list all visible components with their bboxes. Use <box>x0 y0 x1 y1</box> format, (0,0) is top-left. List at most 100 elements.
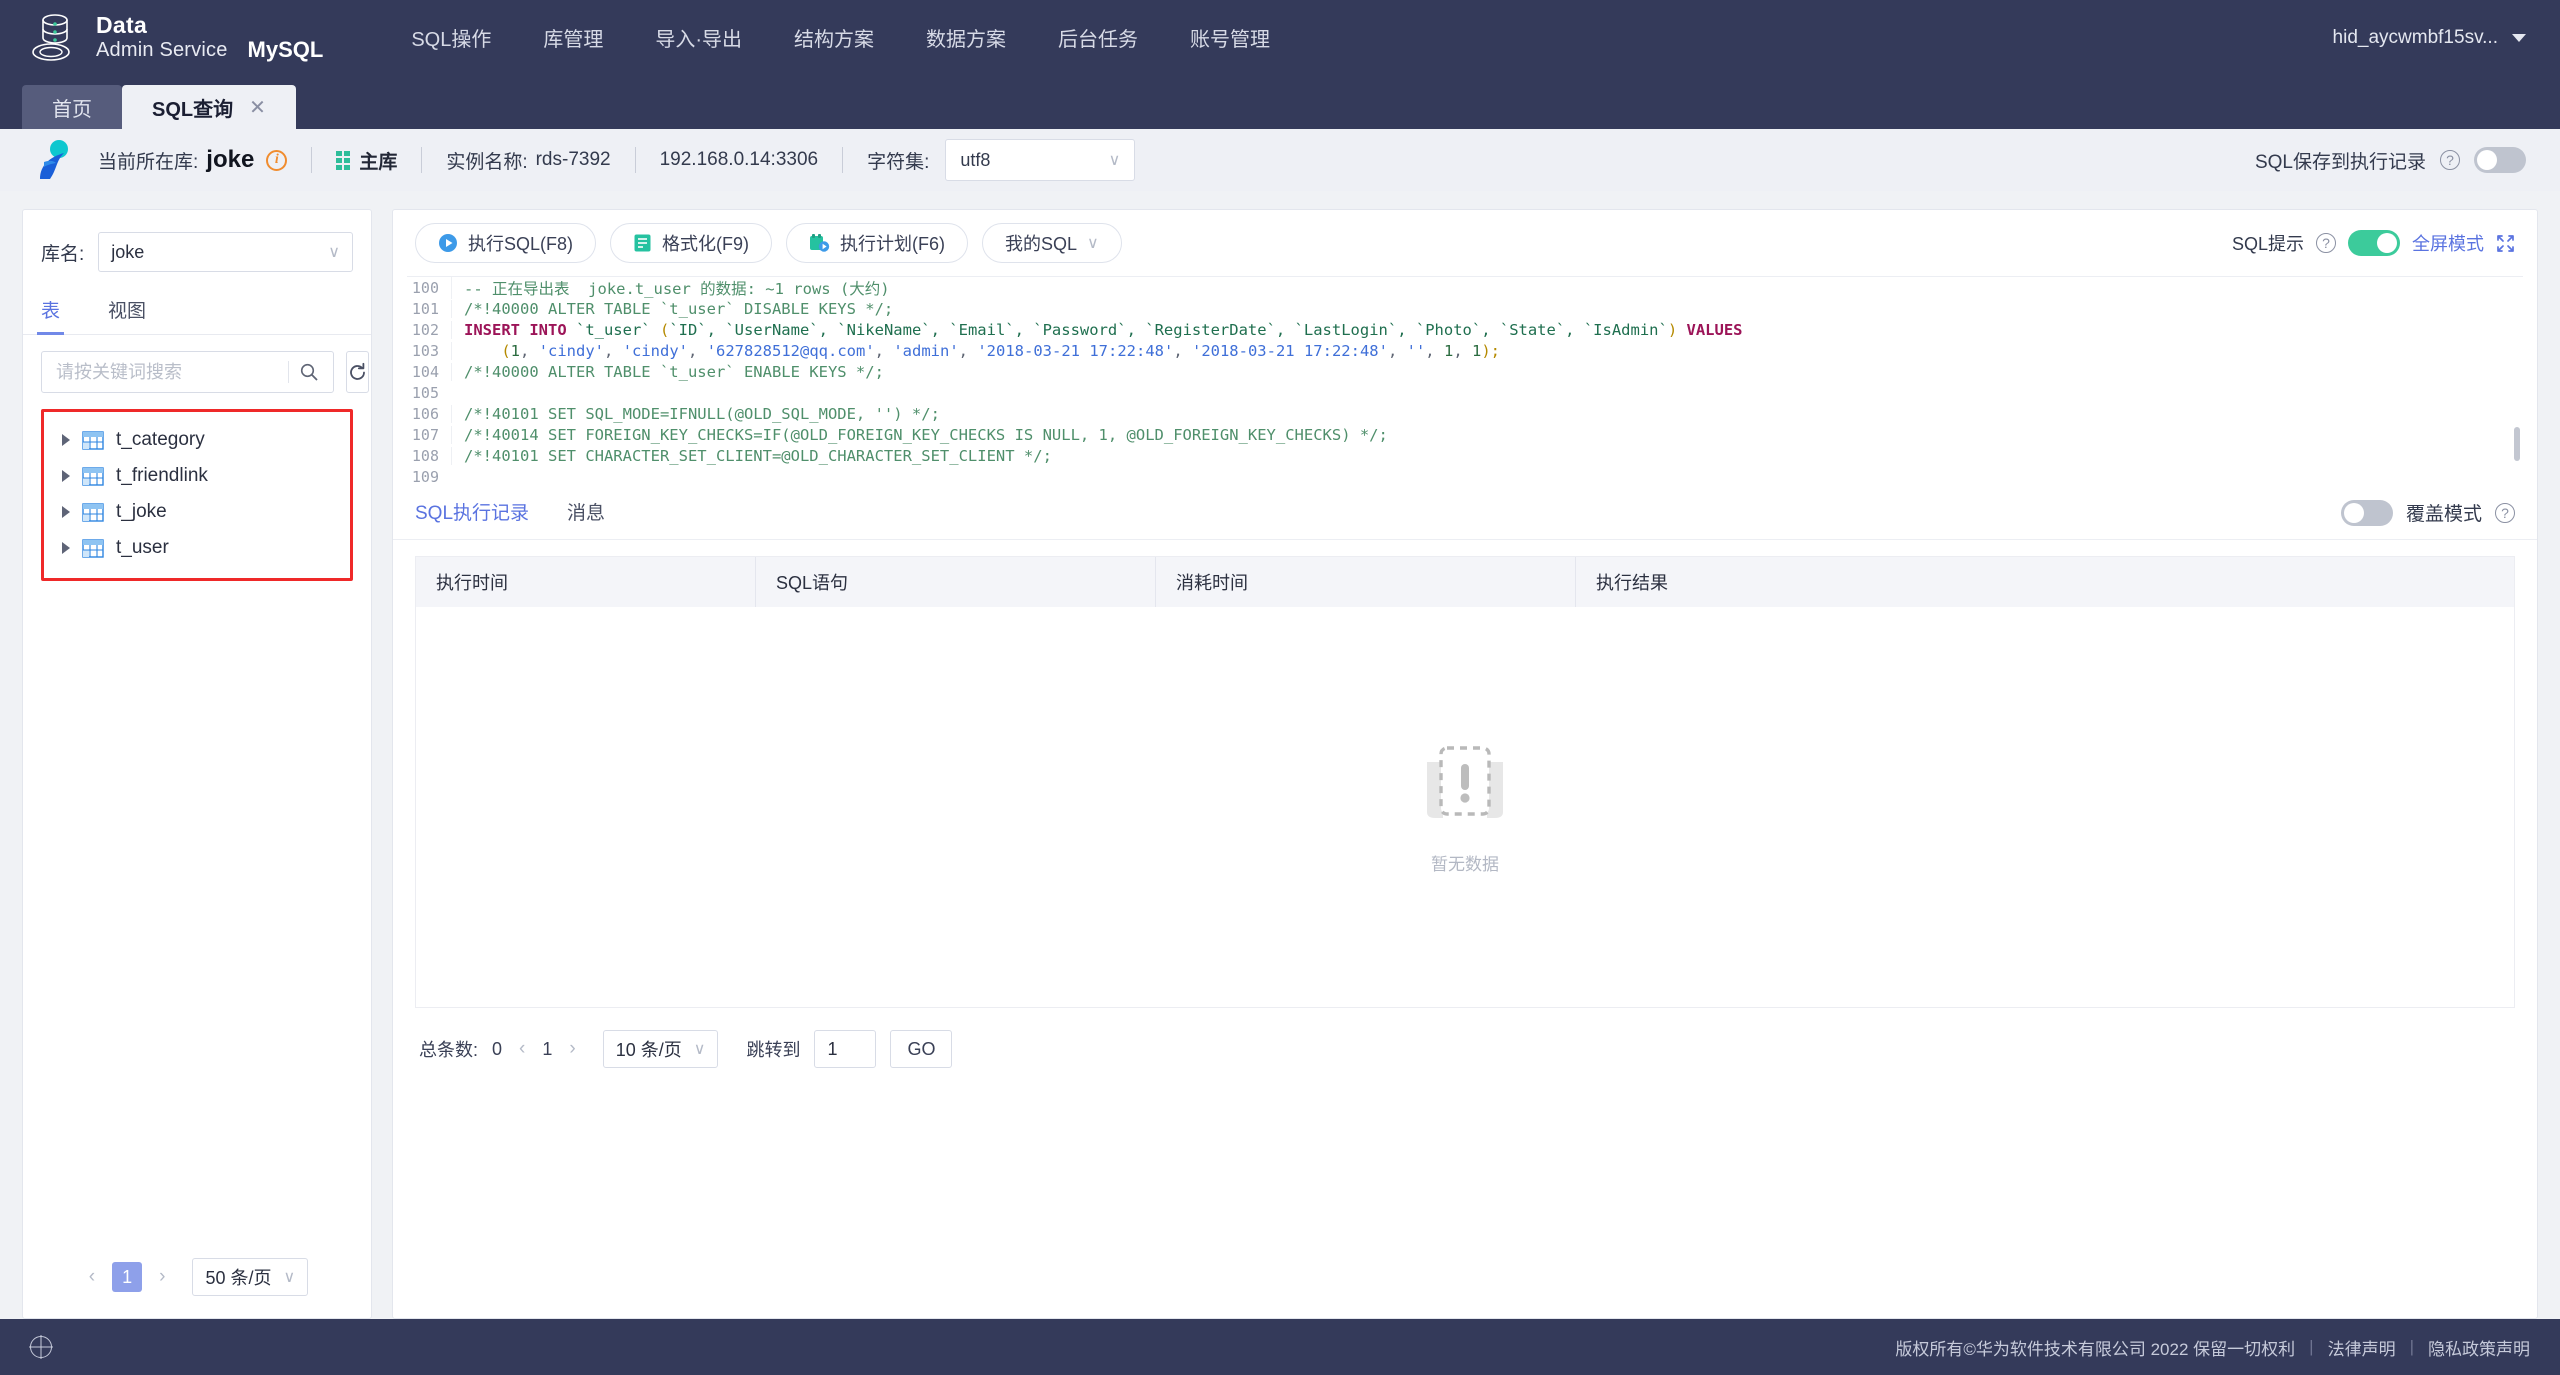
go-button[interactable]: GO <box>890 1030 953 1068</box>
charset-value: utf8 <box>960 149 991 170</box>
help-icon[interactable]: ? <box>2495 502 2515 523</box>
code-line[interactable]: INSERT INTO `t_user` (`ID`, `UserName`, … <box>451 320 2523 339</box>
save-sql-control: SQL保存到执行记录 ? <box>2255 147 2526 174</box>
code-line[interactable]: /*!40014 SET FOREIGN_KEY_CHECKS=IF(@OLD_… <box>451 425 2523 444</box>
line-number: 102 <box>411 320 439 339</box>
execution-plan-button[interactable]: 执行计划(F6) <box>786 223 969 263</box>
code-lines[interactable]: 100 -- 正在导出表 joke.t_user 的数据: ~1 rows (大约… <box>407 277 2523 486</box>
sql-code-editor[interactable]: 100 -- 正在导出表 joke.t_user 的数据: ~1 rows (大约… <box>407 276 2523 486</box>
nav-item-data-plan[interactable]: 数据方案 <box>900 23 1032 52</box>
db-select[interactable]: joke ∨ <box>98 232 353 272</box>
format-sql-label: 格式化(F9) <box>662 234 750 254</box>
tab-messages[interactable]: 消息 <box>567 498 605 527</box>
tab-views-label: 视图 <box>108 301 147 322</box>
page-size-select[interactable]: 50 条/页 ∨ <box>192 1258 309 1296</box>
expand-arrow-icon[interactable] <box>62 506 70 518</box>
code-line[interactable]: /*!40000 ALTER TABLE `t_user` ENABLE KEY… <box>451 362 2523 381</box>
expand-arrow-icon[interactable] <box>62 470 70 482</box>
nav-item-sql-operations[interactable]: SQL操作 <box>385 23 517 52</box>
editor-scrollbar[interactable] <box>2514 427 2520 461</box>
master-db-label: 主库 <box>359 151 398 173</box>
code-line[interactable]: /*!40101 SET SQL_MODE=IFNULL(@OLD_SQL_MO… <box>451 404 2523 423</box>
page-size-select[interactable]: 10 条/页 ∨ <box>602 1030 719 1068</box>
nav-item-background-tasks[interactable]: 后台任务 <box>1032 23 1164 52</box>
my-sql-label: 我的SQL <box>1005 234 1078 254</box>
db-select-label: 库名: <box>41 243 85 265</box>
brand-line2: Admin Service <box>96 39 228 62</box>
empty-state-text: 暂无数据 <box>1431 854 1499 874</box>
format-sql-button[interactable]: 格式化(F9) <box>610 223 773 263</box>
page-number-1[interactable]: 1 <box>112 1262 143 1292</box>
column-header-sql-statement: SQL语句 <box>756 557 1156 607</box>
tab-tables[interactable]: 表 <box>36 290 65 335</box>
sql-toolbar: 执行SQL(F8) 格式化(F9) 执行计划(F6) 我的SQL ∨ SQL提示… <box>393 210 2537 276</box>
table-tree-item[interactable]: t_joke <box>44 494 350 530</box>
expand-arrow-icon[interactable] <box>62 542 70 554</box>
tab-home[interactable]: 首页 <box>22 85 122 129</box>
nav-item-db-management[interactable]: 库管理 <box>517 23 629 52</box>
user-menu[interactable]: hid_aycwmbf15sv... <box>2333 0 2526 75</box>
tab-sql-query[interactable]: SQL查询 ✕ <box>122 85 296 129</box>
column-header-exec-time: 执行时间 <box>416 557 756 607</box>
table-icon <box>82 430 104 450</box>
next-page-button[interactable]: › <box>156 1266 168 1288</box>
search-box[interactable] <box>41 351 334 393</box>
save-sql-toggle[interactable] <box>2474 147 2526 173</box>
overwrite-mode-toggle[interactable] <box>2340 499 2393 526</box>
fullscreen-label[interactable]: 全屏模式 <box>2412 230 2484 256</box>
help-icon[interactable]: ? <box>2316 233 2336 253</box>
expand-arrow-icon[interactable] <box>62 434 70 446</box>
table-tree-item[interactable]: t_friendlink <box>44 458 350 494</box>
sql-hint-toggle[interactable] <box>2348 230 2400 256</box>
db-select-value: joke <box>111 241 145 262</box>
code-line[interactable]: (1, 'cindy', 'cindy', '627828512@qq.com'… <box>451 341 2523 360</box>
prev-page-button[interactable]: ‹ <box>516 1038 528 1060</box>
refresh-button[interactable] <box>346 351 369 393</box>
privacy-policy-link[interactable]: 隐私政策声明 <box>2428 1335 2530 1360</box>
code-line[interactable]: -- 正在导出表 joke.t_user 的数据: ~1 rows (大约) <box>451 277 2523 299</box>
tab-sql-query-label: SQL查询 <box>152 98 234 121</box>
tab-sql-execution-log[interactable]: SQL执行记录 <box>415 498 529 527</box>
charset-select[interactable]: utf8 ∨ <box>945 139 1136 181</box>
tab-views[interactable]: 视图 <box>108 290 146 334</box>
page-number[interactable]: 1 <box>542 1039 552 1060</box>
execution-plan-label: 执行计划(F6) <box>840 234 946 254</box>
help-icon[interactable]: ? <box>2440 150 2460 170</box>
table-tree-item[interactable]: t_user <box>44 530 350 566</box>
info-icon[interactable]: i <box>266 149 288 171</box>
prev-page-button[interactable]: ‹ <box>86 1266 98 1288</box>
code-row: 106 /*!40101 SET SQL_MODE=IFNULL(@OLD_SQL… <box>407 403 2523 424</box>
results-grid-body: 暂无数据 <box>416 607 2514 1007</box>
fullscreen-icon[interactable] <box>2496 234 2515 253</box>
globe-icon[interactable] <box>30 1336 52 1358</box>
nav-item-account-management[interactable]: 账号管理 <box>1164 23 1296 52</box>
tab-sql-execution-log-label: SQL执行记录 <box>415 503 530 524</box>
results-grid-header: 执行时间 SQL语句 消耗时间 执行结果 <box>416 557 2514 607</box>
table-tree-item[interactable]: t_category <box>44 422 350 458</box>
jump-to-label: 跳转到 <box>746 1040 801 1060</box>
current-db-label: 当前所在库: <box>98 151 199 173</box>
page-size-value: 50 条/页 <box>205 1268 272 1288</box>
nav-item-import-export[interactable]: 导入·导出 <box>629 23 768 52</box>
code-line[interactable]: /*!40101 SET CHARACTER_SET_CLIENT=@OLD_C… <box>451 446 2523 465</box>
next-page-button[interactable]: › <box>566 1038 578 1060</box>
line-number: 101 <box>411 299 439 318</box>
search-input[interactable] <box>56 361 288 383</box>
line-number: 105 <box>411 383 439 402</box>
play-icon <box>439 234 457 252</box>
instance-label: 实例名称: <box>446 151 528 173</box>
jump-to-input[interactable] <box>814 1030 877 1068</box>
chevron-down-icon: ∨ <box>283 1269 296 1286</box>
code-line[interactable]: /*!40000 ALTER TABLE `t_user` DISABLE KE… <box>451 299 2523 318</box>
nav-item-structure-plan[interactable]: 结构方案 <box>768 23 900 52</box>
master-db-tag: 主库 <box>336 147 397 174</box>
close-icon[interactable]: ✕ <box>249 95 266 120</box>
my-sql-dropdown-button[interactable]: 我的SQL ∨ <box>982 223 1122 263</box>
table-name: t_category <box>116 429 205 450</box>
legal-notice-link[interactable]: 法律声明 <box>2328 1335 2396 1360</box>
sidebar-pagination: ‹ 1 › 50 条/页 ∨ <box>23 1258 371 1296</box>
execute-sql-button[interactable]: 执行SQL(F8) <box>415 223 597 263</box>
brand-db-type: MySQL <box>247 36 324 62</box>
app-header: Data Admin Service MySQL SQL操作 库管理 导入·导出… <box>0 0 2560 75</box>
search-icon[interactable] <box>299 362 319 382</box>
